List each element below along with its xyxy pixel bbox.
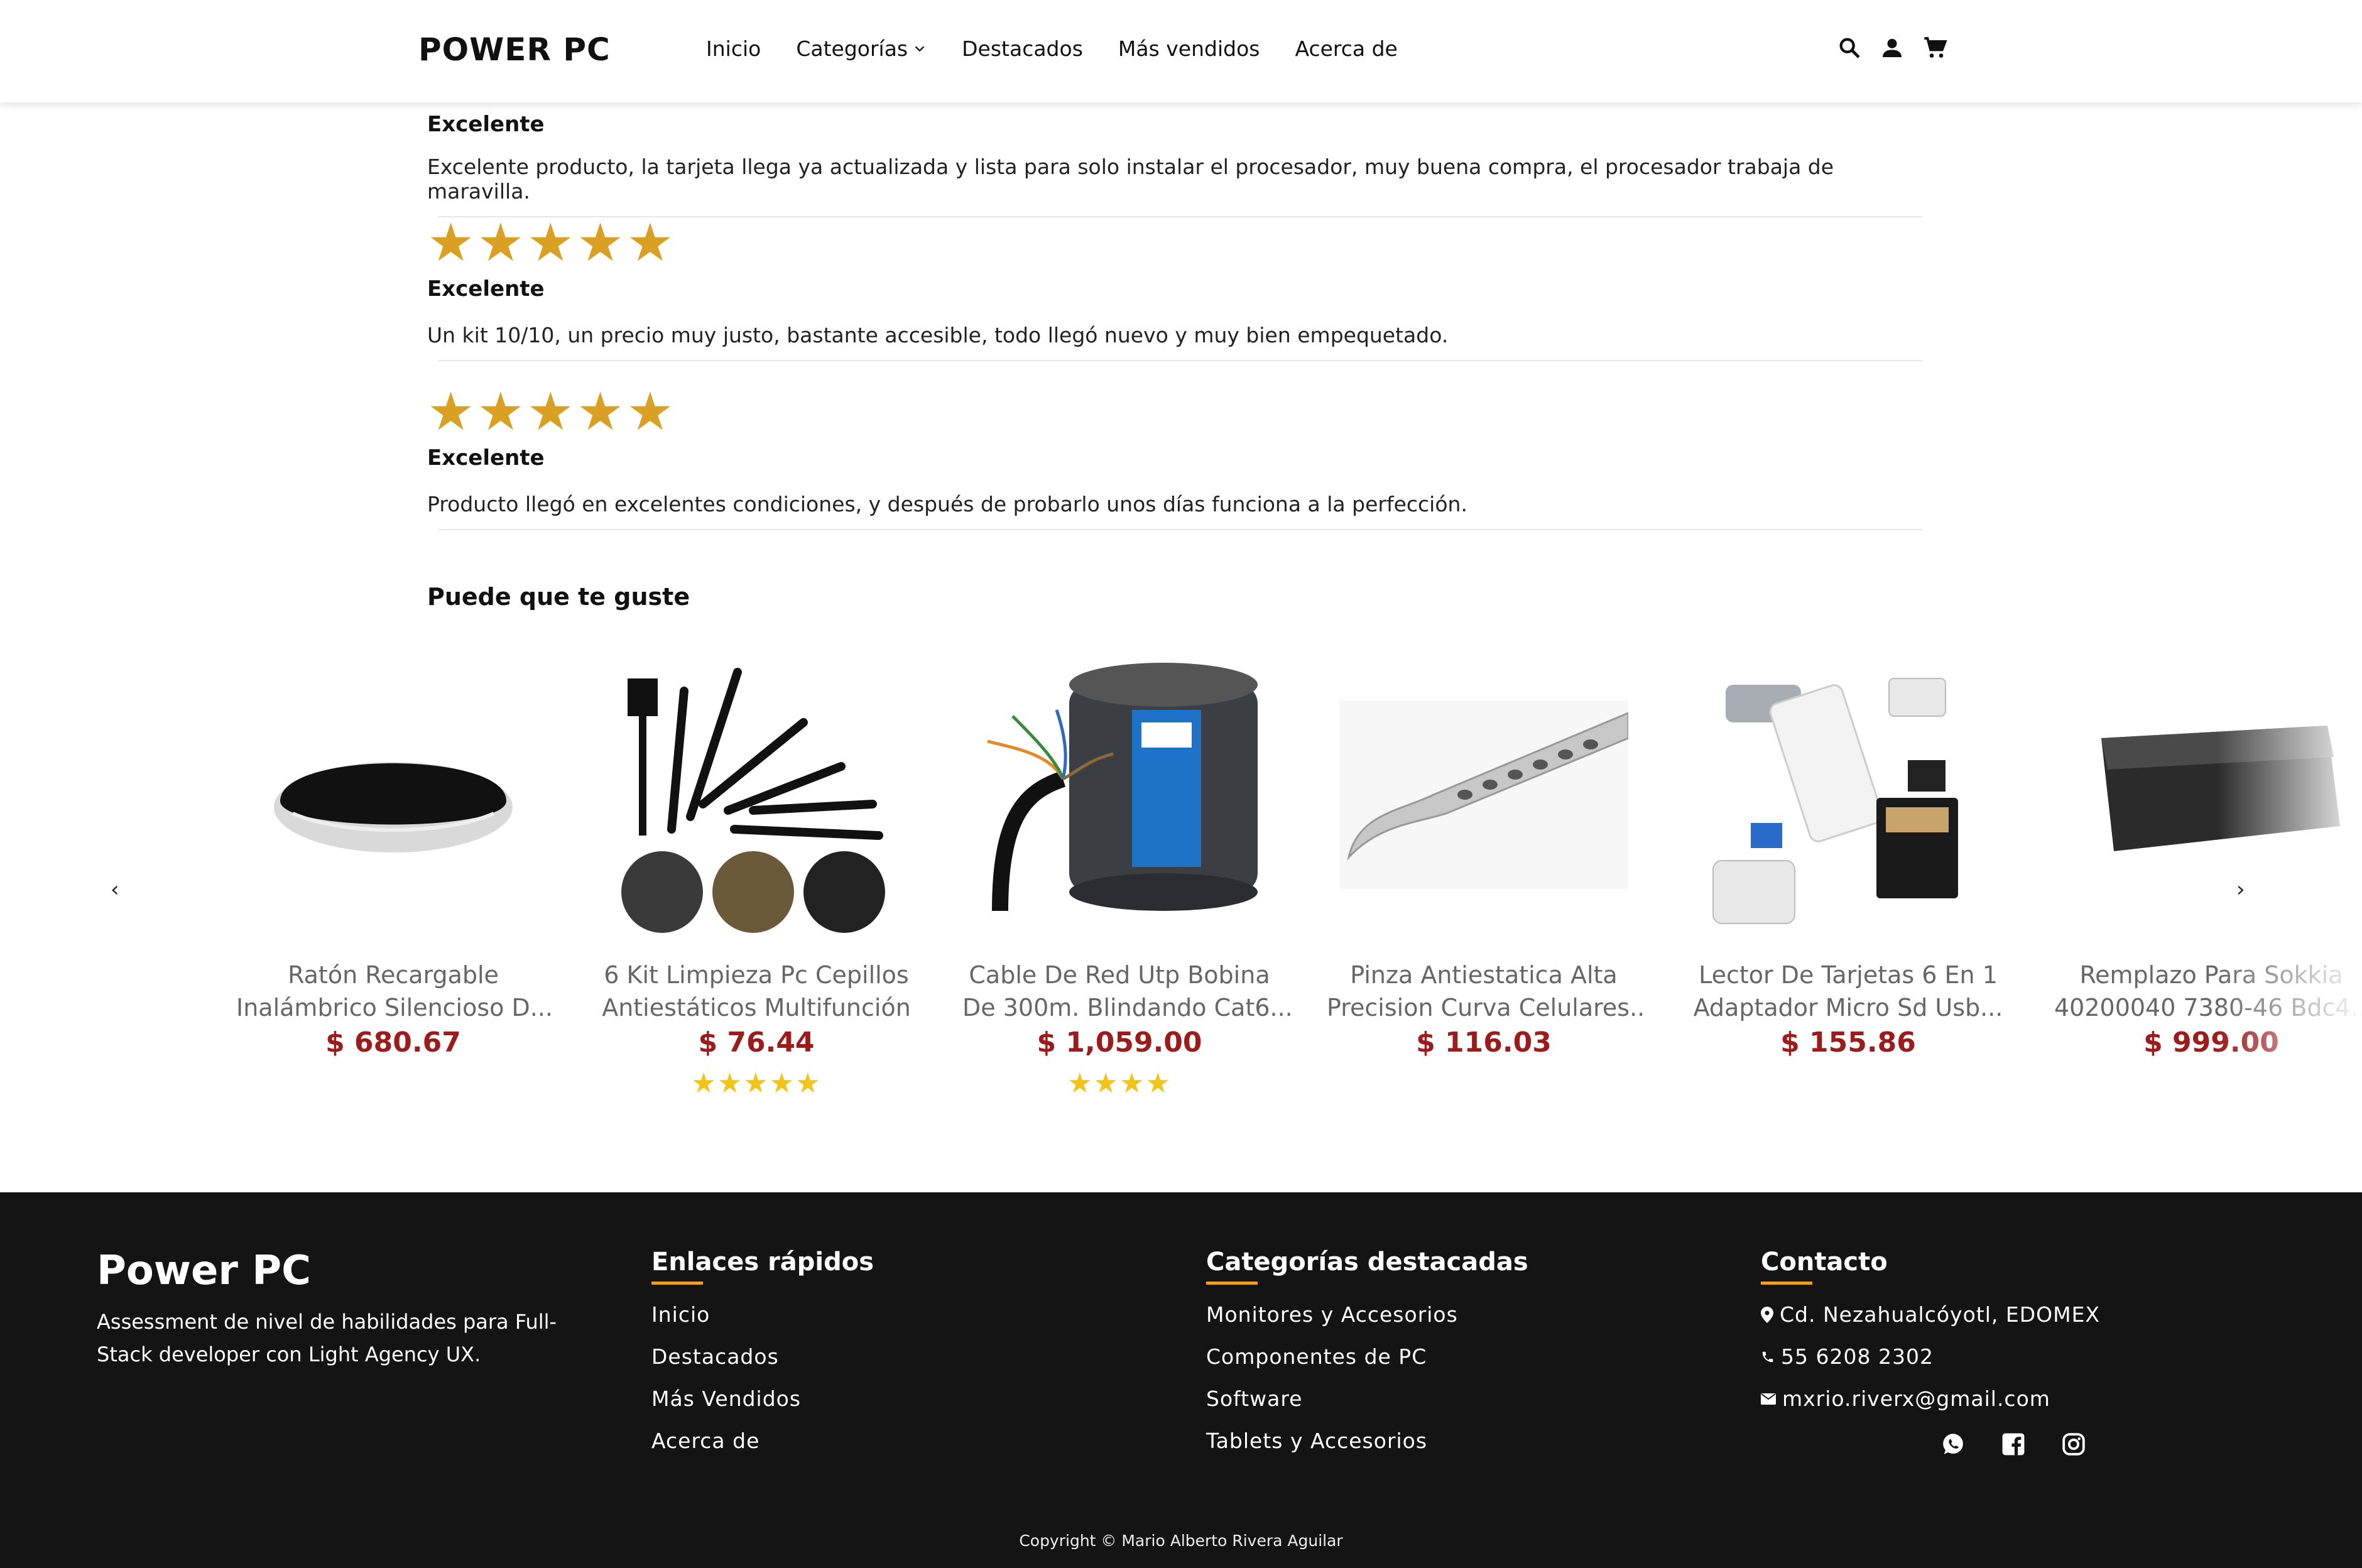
nav-acerca-de[interactable]: Acerca de [1295,36,1397,61]
footer-categories-title: Categorías destacadas [1206,1248,1528,1277]
review-title: Excelente [427,276,545,302]
product-image [1308,647,1660,942]
nav-destacados[interactable]: Destacados [962,36,1083,61]
review-item: Excelente Excelente producto, la tarjeta… [427,112,1924,217]
footer-link-mas-vendidos[interactable]: Más Vendidos [651,1386,874,1411]
review-divider [438,529,1922,530]
footer-email[interactable]: mxrio.riverx@gmail.com [1761,1386,2100,1411]
footer-heading-underline [1206,1282,1258,1285]
product-name-line2: Inalámbrico Silencioso D... [236,994,553,1021]
site-footer: Power PC Assessment de nivel de habilida… [0,1192,2362,1568]
footer-contact-title: Contacto [1761,1248,1888,1277]
nav-categorias[interactable]: Categorías [796,36,927,61]
footer-category-monitores[interactable]: Monitores y Accesorios [1206,1302,1528,1327]
product-image [1672,647,2024,942]
header-actions [1837,35,1947,60]
product-name-line2: Antiestáticos Multifunción [602,994,911,1021]
nav-inicio[interactable]: Inicio [706,36,761,61]
footer-phone[interactable]: 55 6208 2302 [1761,1344,2100,1369]
product-rating-stars: ★★★★ [1067,1067,1172,1099]
product-name-line1: Cable De Red Utp Bobina [969,961,1270,989]
footer-quick-links: Enlaces rápidos Inicio Destacados Más Ve… [651,1248,874,1453]
facebook-icon[interactable] [2001,1432,2025,1456]
footer-link-inicio[interactable]: Inicio [651,1302,874,1327]
product-price: $ 155.86 [1780,1026,1916,1059]
copyright: Copyright © Mario Alberto Rivera Aguilar [1019,1532,1343,1550]
footer-address: Cd. Nezahualcóyotl, EDOMEX [1761,1302,2100,1327]
product-card[interactable]: 6 Kit Limpieza Pc Cepillos Antiestáticos… [580,647,932,1099]
footer-email-text: mxrio.riverx@gmail.com [1782,1386,2050,1411]
product-name-line2: Precision Curva Celulares.. [1327,994,1645,1021]
location-pin-icon [1761,1306,1773,1323]
review-text: Excelente producto, la tarjeta llega ya … [427,155,1834,204]
product-carousel: ‹ Ratón Recargable Inalámbrico Silencios… [0,647,2362,1124]
whatsapp-icon[interactable] [1941,1432,1965,1456]
product-card[interactable]: Ratón Recargable Inalámbrico Silencioso … [217,647,569,1059]
review-divider [438,360,1922,361]
footer-category-tablets[interactable]: Tablets y Accesorios [1206,1429,1528,1453]
product-card[interactable]: Lector De Tarjetas 6 En 1 Adaptador Micr… [1672,647,2024,1059]
footer-link-destacados[interactable]: Destacados [651,1344,874,1369]
footer-quick-links-title: Enlaces rápidos [651,1248,874,1277]
review-title: Excelente [427,445,545,471]
product-name-line1: Lector De Tarjetas 6 En 1 [1699,961,1998,989]
product-image [580,647,932,942]
product-rating-stars: ★★★★★ [691,1067,822,1099]
review-text: Un kit 10/10, un precio muy justo, basta… [427,323,1449,347]
product-card[interactable]: Cable De Red Utp Bobina De 300m. Blindan… [944,647,1295,1099]
product-card[interactable]: Pinza Antiestatica Alta Precision Curva … [1308,647,1660,1059]
mail-icon [1761,1393,1776,1405]
product-name-line1: Ratón Recargable [288,961,499,989]
review-rating-stars: ★★★★★ [427,212,677,273]
carousel-prev-icon[interactable]: ‹ [111,877,119,902]
search-icon[interactable] [1837,35,1862,60]
footer-description: Assessment de nivel de habilidades para … [97,1310,557,1366]
review-item: ★★★★★ Excelente Un kit 10/10, un precio … [427,216,1924,361]
phone-icon [1762,1351,1773,1362]
footer-categories: Categorías destacadas Monitores y Acceso… [1206,1248,1528,1453]
product-image [944,647,1295,942]
recommended-title: Puede que te guste [427,583,690,611]
nav-mas-vendidos[interactable]: Más vendidos [1118,36,1260,61]
logo[interactable]: POWER PC [418,31,611,68]
footer-heading-underline [1761,1282,1812,1285]
footer-brand-column: Power PC Assessment de nivel de habilida… [97,1248,593,1371]
review-title: Excelente [427,112,545,137]
product-image [217,647,569,942]
site-header: POWER PC Inicio Categorías Destacados Má… [0,0,2362,102]
footer-heading-underline [651,1282,703,1285]
product-price: $ 1,059.00 [1037,1026,1202,1059]
review-rating-stars: ★★★★★ [427,381,677,442]
user-icon[interactable] [1880,35,1905,60]
instagram-icon[interactable] [2062,1432,2086,1456]
nav-categorias-label: Categorías [796,36,908,61]
product-price: $ 116.03 [1416,1026,1552,1059]
footer-address-text: Cd. Nezahualcóyotl, EDOMEX [1780,1302,2101,1327]
footer-brand: Power PC [97,1248,312,1294]
product-price: $ 680.67 [325,1026,461,1059]
footer-link-acerca-de[interactable]: Acerca de [651,1429,874,1453]
product-name-line2: De 300m. Blindando Cat6... [962,994,1293,1021]
product-price: $ 76.44 [698,1026,815,1059]
product-name-line1: Pinza Antiestatica Alta [1350,961,1618,989]
footer-contact: Contacto Cd. Nezahualcóyotl, EDOMEX 55 6… [1761,1248,2100,1411]
review-item: ★★★★★ Excelente Producto llegó en excele… [427,385,1924,530]
carousel-next-icon[interactable]: › [2236,877,2245,902]
footer-category-componentes[interactable]: Componentes de PC [1206,1344,1528,1369]
social-links [1941,1432,2086,1456]
review-text: Producto llegó en excelentes condiciones… [427,492,1467,516]
footer-phone-text: 55 6208 2302 [1781,1344,1934,1369]
chevron-down-icon [915,46,925,52]
product-name-line1: 6 Kit Limpieza Pc Cepillos [604,961,909,989]
product-name-line2: Adaptador Micro Sd Usb... [1693,994,2003,1021]
cart-icon[interactable] [1922,35,1947,60]
main-nav: Inicio Categorías Destacados Más vendido… [706,36,1398,61]
footer-category-software[interactable]: Software [1206,1386,1528,1411]
